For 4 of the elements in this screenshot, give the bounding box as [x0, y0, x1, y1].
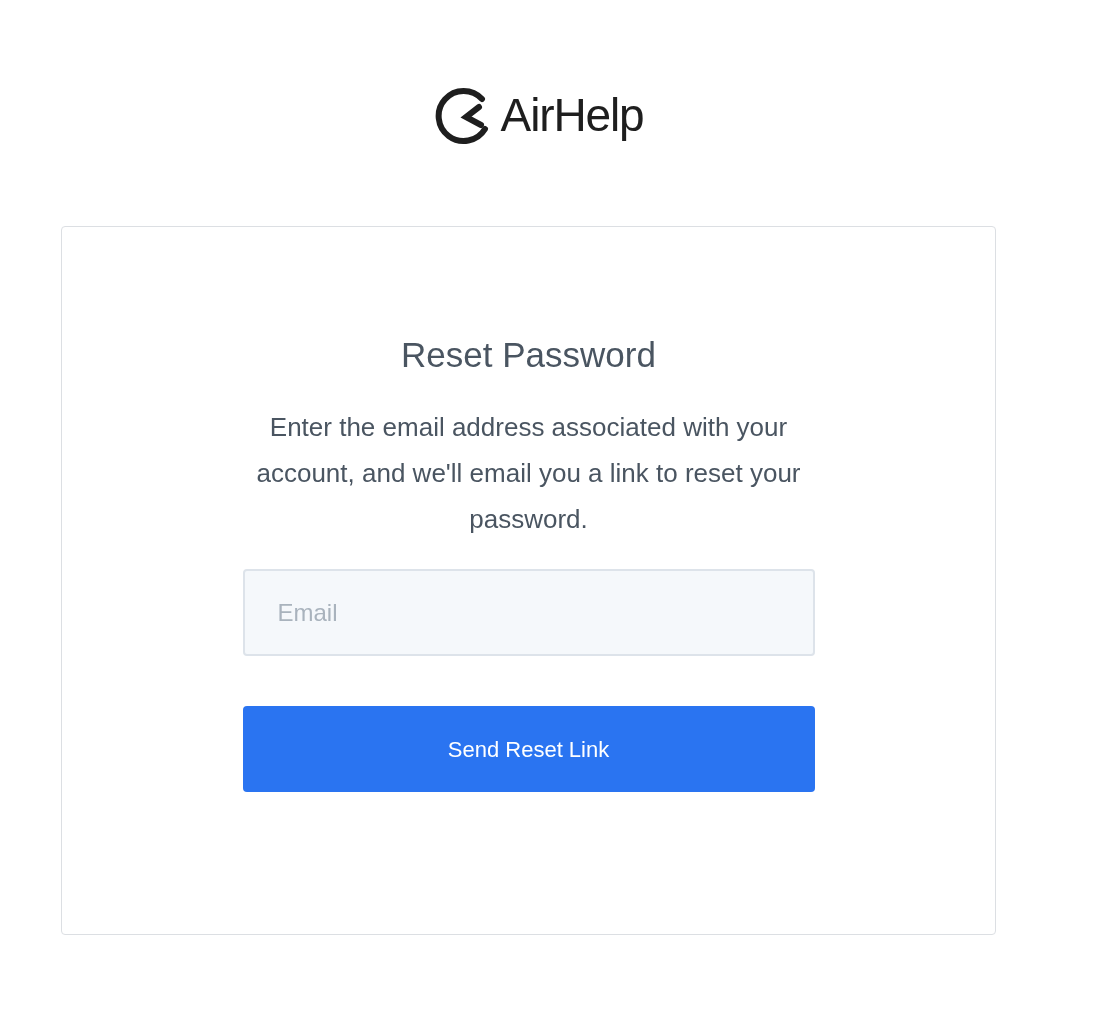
description-text: Enter the email address associated with your account, and we'll email you a link to reset your password. — [255, 411, 802, 536]
card-title: Reset Password — [401, 334, 656, 376]
send-reset-link-button[interactable]: Send Reset Link — [242, 706, 815, 792]
email-field[interactable]: Email — [242, 569, 815, 656]
